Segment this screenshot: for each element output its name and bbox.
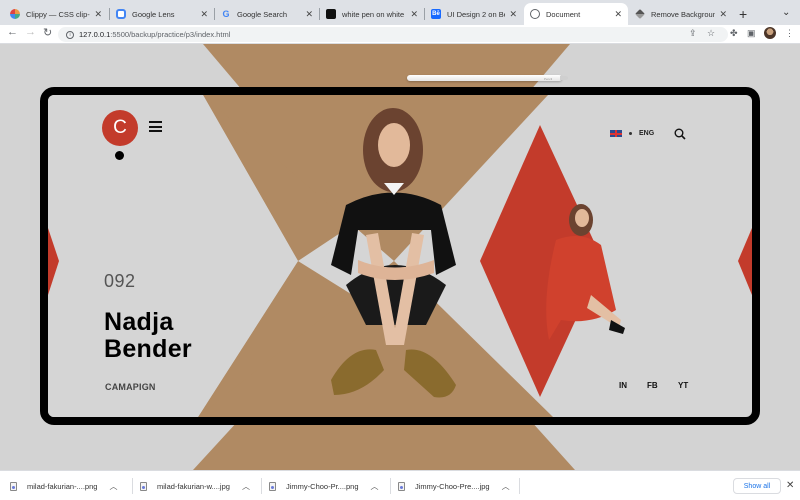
- chevron-up-icon[interactable]: ︿: [242, 481, 250, 492]
- download-filename: milad-fakurian-....png: [27, 481, 98, 491]
- tab-title: Document: [546, 9, 581, 19]
- close-icon[interactable]: ✕: [509, 9, 517, 20]
- back-button[interactable]: ←: [7, 26, 18, 38]
- hamburger-menu-icon[interactable]: [149, 121, 162, 132]
- logo-dot: [115, 151, 124, 160]
- address-bar[interactable]: i 127.0.0.1:5500/backup/practice/p3/inde…: [58, 27, 728, 42]
- file-icon: [269, 481, 276, 491]
- side-panel-icon[interactable]: ▣: [747, 28, 756, 39]
- right-edge-red-notch: [738, 228, 752, 295]
- share-icon[interactable]: ⇪: [689, 28, 697, 39]
- close-icon[interactable]: ✕: [305, 9, 313, 20]
- close-icon[interactable]: ✕: [200, 9, 208, 20]
- download-filename: Jimmy-Choo-Pr....png: [286, 481, 359, 491]
- red-coat: [546, 236, 616, 340]
- social-link-youtube[interactable]: YT: [678, 381, 688, 390]
- language-selector[interactable]: ENG: [610, 130, 654, 137]
- search-icon[interactable]: [674, 128, 686, 140]
- campaign-link[interactable]: CAMAPIGN: [105, 382, 156, 392]
- download-filename: Jimmy-Choo-Pre....jpg: [415, 481, 490, 491]
- download-item[interactable]: milad-fakurian-w....jpg ︿: [140, 478, 250, 494]
- forward-button[interactable]: →: [25, 26, 36, 38]
- star-icon[interactable]: ☆: [707, 28, 715, 39]
- tab-strip: Clippy — CSS clip-pa ✕ Google Lens ✕ G G…: [0, 0, 800, 25]
- first-name: Nadja: [104, 308, 174, 336]
- chevron-up-icon[interactable]: ︿: [502, 481, 510, 492]
- model-main-image: [331, 108, 456, 398]
- google-icon: G: [222, 9, 230, 19]
- tab-behance[interactable]: Bē UI Design 2 on Behar ✕: [425, 3, 523, 25]
- extensions-icon[interactable]: ✤: [730, 28, 738, 39]
- tab-google-search[interactable]: G Google Search ✕: [215, 3, 319, 25]
- clippy-icon: [10, 9, 20, 19]
- issue-number: 092: [104, 271, 136, 291]
- download-item[interactable]: Jimmy-Choo-Pr....png ︿: [269, 478, 379, 494]
- pen-brand-text: Pencil: [544, 77, 553, 81]
- chevron-down-icon[interactable]: ⌄: [782, 7, 790, 18]
- behance-icon: Bē: [431, 9, 441, 19]
- menu-icon[interactable]: ⋮: [785, 28, 794, 39]
- download-divider: [261, 478, 262, 494]
- info-icon[interactable]: i: [66, 30, 74, 39]
- download-divider: [390, 478, 391, 494]
- tab-title: Google Search: [237, 9, 288, 19]
- download-divider: [132, 478, 133, 494]
- chevron-up-icon[interactable]: ︿: [109, 481, 117, 492]
- close-icon[interactable]: ✕: [786, 480, 794, 491]
- avatar[interactable]: [764, 27, 776, 39]
- tab-title: UI Design 2 on Behar: [447, 9, 505, 19]
- chevron-up-icon[interactable]: ︿: [371, 481, 379, 492]
- download-item[interactable]: milad-fakurian-....png ︿: [10, 478, 117, 494]
- google-lens-icon: [116, 9, 126, 19]
- separator-dot: [629, 132, 632, 135]
- logo[interactable]: C: [102, 110, 138, 146]
- unsplash-icon: [326, 9, 336, 19]
- download-bar: milad-fakurian-....png ︿ milad-fakurian-…: [0, 470, 800, 500]
- file-icon: [398, 481, 405, 491]
- tab-title: white pen on white s: [342, 9, 407, 19]
- new-tab-button[interactable]: +: [739, 6, 747, 22]
- white-pen-image: [407, 75, 568, 81]
- download-filename: milad-fakurian-w....jpg: [157, 481, 230, 491]
- model-name: Nadja Bender: [104, 309, 192, 363]
- tab-clippy[interactable]: Clippy — CSS clip-pa ✕: [4, 3, 108, 25]
- tab-title: Remove Background: [651, 9, 716, 19]
- tab-document[interactable]: Document ✕: [524, 3, 628, 25]
- close-icon[interactable]: ✕: [94, 9, 102, 20]
- close-icon[interactable]: ✕: [719, 9, 727, 20]
- uk-flag-icon: [610, 130, 622, 137]
- tab-title: Clippy — CSS clip-pa: [26, 9, 90, 19]
- face: [378, 123, 410, 167]
- model-small-image: [546, 204, 625, 340]
- file-icon: [10, 481, 17, 491]
- page-viewport: Pencil C ENG 092 Nadja Bender CAMAPIGN I…: [0, 44, 800, 470]
- url-host: 127.0.0.1: [79, 30, 111, 39]
- hero-card: C ENG 092 Nadja Bender CAMAPIGN IN FB YT: [40, 87, 760, 425]
- close-icon[interactable]: ✕: [614, 9, 622, 20]
- globe-icon: [530, 9, 540, 19]
- download-item[interactable]: Jimmy-Choo-Pre....jpg ︿: [398, 478, 510, 494]
- tab-remove-bg[interactable]: Remove Background ✕: [629, 3, 733, 25]
- remove-bg-icon: [635, 9, 645, 19]
- download-divider: [519, 478, 520, 494]
- show-all-button[interactable]: Show all: [733, 478, 781, 494]
- boot-left: [331, 349, 384, 395]
- language-label: ENG: [639, 130, 655, 137]
- url-path: :5500/backup/practice/p3/index.html: [110, 30, 231, 39]
- reload-button[interactable]: ↻: [43, 26, 52, 39]
- tab-google-lens[interactable]: Google Lens ✕: [110, 3, 214, 25]
- small-face: [575, 209, 589, 227]
- close-icon[interactable]: ✕: [410, 9, 418, 20]
- last-name: Bender: [104, 335, 192, 363]
- social-link-instagram[interactable]: IN: [619, 381, 627, 390]
- browser-toolbar: ← → ↻ i 127.0.0.1:5500/backup/practice/p…: [0, 25, 800, 44]
- boot-right: [404, 349, 456, 398]
- dress-top: [331, 192, 456, 275]
- social-link-facebook[interactable]: FB: [647, 381, 658, 390]
- logo-letter: C: [113, 117, 127, 138]
- file-icon: [140, 481, 147, 491]
- tab-title: Google Lens: [132, 9, 175, 19]
- tab-unsplash[interactable]: white pen on white s ✕: [320, 3, 424, 25]
